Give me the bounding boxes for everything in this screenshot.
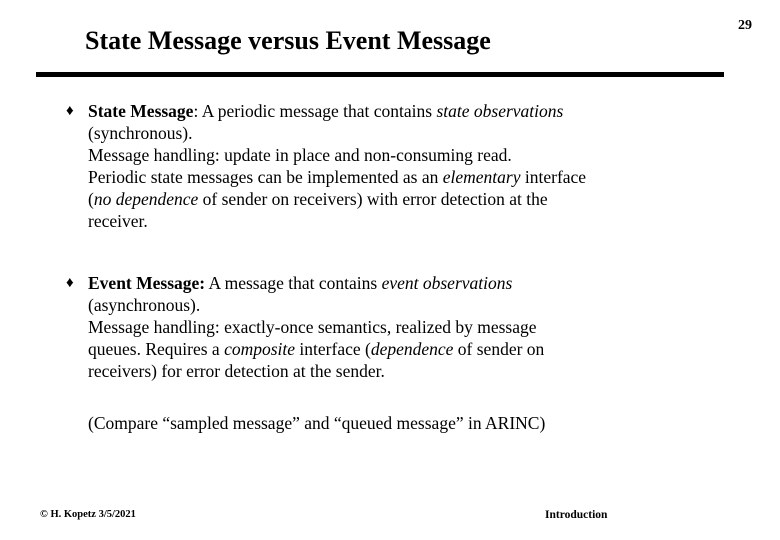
bullet-block: ♦ State Message: A periodic message that … [66, 100, 776, 232]
bullet-text-line: Periodic state messages can be implement… [88, 166, 776, 188]
text-segment: Periodic state messages can be implement… [88, 167, 443, 187]
bullet-text-line: queues. Requires a composite interface (… [88, 338, 776, 360]
bullet-text-line: Event Message: A message that contains e… [88, 272, 776, 294]
bullet-list: ♦ State Message: A periodic message that … [66, 100, 776, 382]
bullet-text-line: Message handling: update in place and no… [88, 144, 776, 166]
bullet-text-line: (asynchronous). [88, 294, 776, 316]
text-segment: (synchronous). [88, 123, 193, 143]
text-segment: elementary [442, 167, 521, 187]
text-segment: state observations [436, 101, 564, 121]
text-segment: (asynchronous). [88, 295, 201, 315]
text-segment: : A periodic message that contains [193, 101, 437, 121]
text-segment: no dependence [93, 189, 199, 209]
bullet-block: ♦ Event Message: A message that contains … [66, 272, 776, 382]
footer-section-label: Introduction [545, 509, 608, 521]
text-segment: Event Message: [88, 273, 206, 293]
bullet-text-line: Message handling: exactly-once semantics… [88, 316, 776, 338]
footer-copyright: © H. Kopetz 3/5/2021 [40, 509, 136, 520]
page-number: 29 [738, 18, 752, 33]
bullet-text-line: receiver. [88, 210, 776, 232]
text-segment: of sender on [453, 339, 545, 359]
text-segment: of sender on receivers) with error detec… [198, 189, 548, 209]
text-segment: queues. Requires a [88, 339, 225, 359]
bullet-text-line: (synchronous). [88, 122, 776, 144]
text-segment: A message that contains [205, 273, 382, 293]
text-segment: receivers) for error detection at the se… [88, 361, 385, 381]
text-segment: dependence [370, 339, 454, 359]
slide-body: ♦ State Message: A periodic message that … [66, 100, 776, 434]
diamond-bullet-icon: ♦ [66, 275, 74, 291]
slide-canvas: 29 State Message versus Event Message ♦ S… [0, 0, 780, 540]
text-segment: Message handling: exactly-once semantics… [88, 317, 537, 337]
text-segment: State Message [88, 101, 194, 121]
title-divider-rule [36, 72, 724, 77]
text-segment: interface ( [295, 339, 371, 359]
text-segment: event observations [381, 273, 513, 293]
text-segment: Message handling: update in place and no… [88, 145, 512, 165]
text-segment: interface [520, 167, 587, 187]
text-segment: receiver. [88, 211, 148, 231]
slide-footer: © H. Kopetz 3/5/2021 Introduction [0, 508, 780, 528]
text-segment: composite [224, 339, 296, 359]
page-title: State Message versus Event Message [85, 26, 491, 55]
compare-note: (Compare “sampled message” and “queued m… [88, 413, 546, 433]
diamond-bullet-icon: ♦ [66, 103, 74, 119]
bullet-text-line: receivers) for error detection at the se… [88, 360, 776, 382]
bullet-text-line: (no dependence of sender on receivers) w… [88, 188, 776, 210]
bullet-text-line: State Message: A periodic message that c… [88, 100, 776, 122]
